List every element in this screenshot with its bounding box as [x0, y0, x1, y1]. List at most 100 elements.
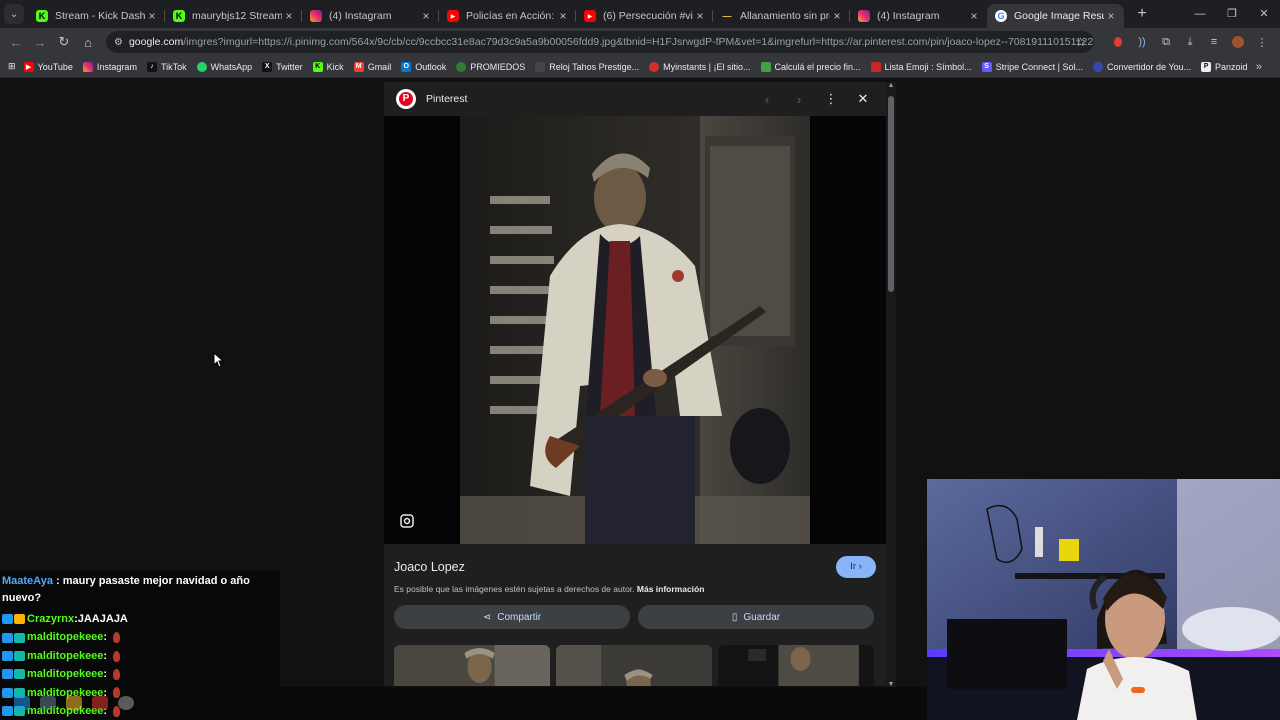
bookmark-outlook[interactable]: O Outlook [401, 61, 446, 72]
previous-image-icon[interactable]: ‹ [756, 92, 778, 107]
close-tab-icon[interactable]: × [693, 9, 707, 23]
url-host: google.com [128, 36, 184, 48]
close-tab-icon[interactable]: × [556, 9, 570, 23]
youtube-icon [92, 696, 108, 710]
chat-message: malditopekeee : [2, 628, 278, 646]
google-lens-icon[interactable] [398, 512, 416, 530]
chat-message: malditopekeee : [2, 647, 278, 665]
chat-username: MaateAya [2, 575, 53, 587]
chat-badges [2, 614, 25, 625]
screen: ⌄ K Stream - Kick Dashboard × K maurybjs… [0, 0, 1280, 720]
bookmark-myinstants[interactable]: Myinstants | ¡El sitio... [649, 61, 751, 72]
site-info-icon[interactable]: ⚙ [114, 37, 123, 48]
related-image-thumbnail[interactable] [718, 645, 874, 686]
bookmark-star-icon[interactable]: ☆ [1075, 35, 1086, 49]
tab-instagram-2[interactable]: (4) Instagram × [850, 4, 987, 28]
more-info-link[interactable]: Más información [637, 584, 705, 594]
share-button[interactable]: ⋖ Compartir [394, 605, 630, 629]
forward-arrow-icon[interactable]: → [28, 35, 52, 50]
stripe-icon: S [981, 61, 992, 72]
chat-username: Crazyrnx [27, 613, 75, 625]
apps-grid-icon[interactable]: ⊞ [8, 61, 16, 72]
kick-icon: K [173, 10, 185, 22]
chat-username: malditopekeee [27, 631, 104, 644]
bookmark-tiktok[interactable]: ♪ TikTok [146, 61, 187, 72]
bookmark-instagram[interactable]: Instagram [82, 61, 137, 72]
calculator-icon [760, 61, 771, 72]
close-tab-icon[interactable]: × [282, 9, 296, 23]
bookmark-convertidor[interactable]: Convertidor de You... [1092, 61, 1191, 72]
tab-title: Stream - Kick Dashboard [55, 10, 145, 22]
viewer-scrollbar[interactable]: ▲ ▼ [886, 82, 896, 688]
image-title-row: Joaco Lopez Ir › [394, 552, 876, 582]
bookmark-stripe[interactable]: S Stripe Connect | Sol... [981, 61, 1083, 72]
outlook-icon: O [401, 61, 412, 72]
related-image-thumbnail[interactable] [556, 645, 712, 686]
bookmark-gmail[interactable]: M Gmail [353, 61, 391, 72]
close-tab-icon[interactable]: × [145, 9, 159, 23]
close-viewer-icon[interactable]: ✕ [852, 91, 874, 107]
address-bar[interactable]: ⚙ google.com/imgres?imgurl=https://i.pin… [106, 31, 1094, 53]
close-tab-icon[interactable]: × [1104, 9, 1118, 23]
tab-persecucion[interactable]: ▶ (6) Persecución #viral #pa × [576, 4, 713, 28]
visit-button[interactable]: Ir › [836, 556, 876, 578]
source-name[interactable]: Pinterest [426, 93, 467, 105]
tab-policias-en-accion[interactable]: ▶ Policías en Acción: Alan, e × [439, 4, 576, 28]
twitter-icon: X [262, 61, 273, 72]
close-tab-icon[interactable]: × [830, 9, 844, 23]
bookmark-reloj[interactable]: Reloj Tahos Prestige... [535, 61, 639, 72]
tab-maurybjs12-stream[interactable]: K maurybjs12 Stream - Wat × [165, 4, 302, 28]
bookmark-promiedos[interactable]: PROMIEDOS [456, 61, 525, 72]
scroll-up-icon[interactable]: ▲ [886, 82, 896, 89]
converter-icon [1092, 61, 1103, 72]
bookmark-kick[interactable]: K Kick [312, 61, 344, 72]
chat-text: JAAJAJA [77, 613, 128, 625]
image-area [384, 116, 886, 544]
bookmark-whatsapp[interactable]: WhatsApp [196, 61, 252, 72]
save-button[interactable]: ▯ Guardar [638, 605, 874, 629]
menu-kebab-icon[interactable]: ⋮ [1252, 32, 1272, 52]
image-title[interactable]: Joaco Lopez [394, 560, 465, 574]
instagram-icon [82, 61, 93, 72]
bookmark-youtube[interactable]: ▶ YouTube [23, 61, 73, 72]
image-viewer-panel: P Pinterest ‹ › ⋮ ✕ Joaco Lopez Ir › Es … [384, 82, 886, 686]
reload-icon[interactable]: ↻ [52, 34, 76, 50]
tab-title: Google Image Result [1014, 10, 1104, 22]
windows-start-icon [14, 696, 30, 710]
related-image-thumbnail[interactable] [394, 645, 550, 686]
bookmark-twitter[interactable]: X Twitter [262, 61, 303, 72]
close-tab-icon[interactable]: × [967, 9, 981, 23]
reading-list-icon[interactable]: ≡ [1204, 32, 1224, 52]
more-options-icon[interactable]: ⋮ [820, 91, 842, 107]
close-window-icon[interactable]: ✕ [1248, 0, 1280, 28]
downloads-icon[interactable]: ⤓ [1180, 32, 1200, 52]
preview-image[interactable] [460, 116, 810, 544]
tab-allanamiento[interactable]: — Allanamiento sin previa o × [713, 4, 850, 28]
emoji-icon [870, 61, 881, 72]
new-tab-button[interactable]: + [1130, 5, 1154, 23]
extension-red-icon[interactable] [1108, 32, 1128, 52]
chat-message: MaateAya : maury pasaste mejor navidad o… [2, 575, 250, 604]
home-icon[interactable]: ⌂ [76, 35, 100, 50]
tab-search-chevron-icon[interactable]: ⌄ [4, 4, 24, 24]
scrollbar-thumb[interactable] [888, 96, 894, 292]
extensions-puzzle-icon[interactable]: ⧉ [1156, 32, 1176, 52]
tab-instagram[interactable]: (4) Instagram × [302, 4, 439, 28]
bookmark-panzoid[interactable]: P Panzoid [1201, 61, 1248, 72]
viewer-controls: ‹ › ⋮ ✕ [756, 91, 874, 107]
tab-google-image-result[interactable]: G Google Image Result × [987, 4, 1124, 28]
more-bookmarks-icon[interactable]: » [1256, 61, 1262, 73]
tab-title: Policías en Acción: Alan, e [466, 10, 556, 22]
close-tab-icon[interactable]: × [419, 9, 433, 23]
chat-badges [2, 632, 25, 643]
bookmark-lista-emoji[interactable]: Lista Emoji : Símbol... [870, 61, 972, 72]
restore-icon[interactable]: ❐ [1216, 0, 1248, 28]
bookmark-calcula[interactable]: Calculá el precio fin... [760, 61, 861, 72]
profile-avatar-icon[interactable] [1228, 32, 1248, 52]
extension-audio-icon[interactable]: )) [1132, 32, 1152, 52]
minimize-icon[interactable]: — [1184, 0, 1216, 28]
tiktok-icon: ♪ [146, 61, 157, 72]
back-arrow-icon[interactable]: ← [4, 35, 28, 50]
tab-kick-dashboard[interactable]: K Stream - Kick Dashboard × [28, 4, 165, 28]
next-image-icon[interactable]: › [788, 92, 810, 107]
